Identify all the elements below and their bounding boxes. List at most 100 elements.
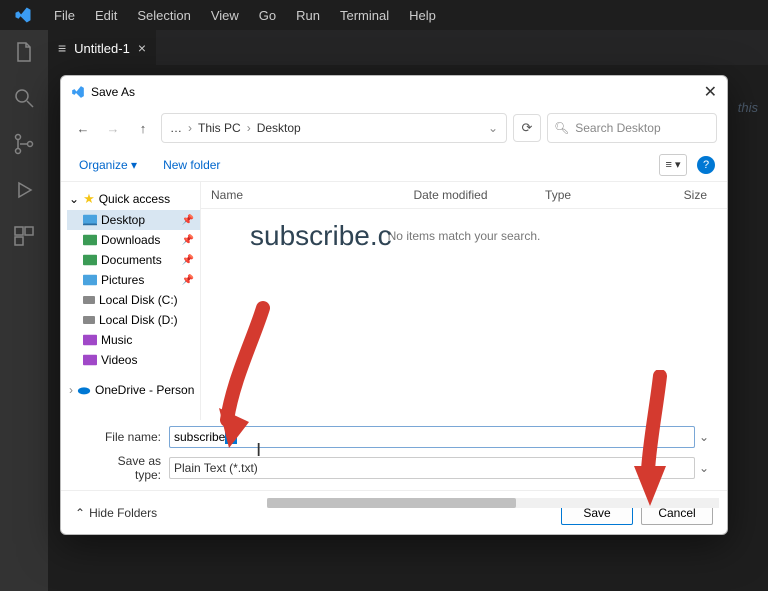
folder-tree: ⌄ ★ Quick access Desktop 📌 Downloads 📌 D…	[61, 182, 201, 420]
file-list-area: Name Date modified Type Size No items ma…	[201, 182, 727, 420]
disk-icon	[83, 314, 95, 326]
tab-bar: ≡ Untitled-1 ×	[48, 30, 768, 65]
menu-go[interactable]: Go	[251, 8, 284, 23]
tree-item-label: Videos	[101, 353, 137, 367]
tree-item-label: Desktop	[101, 213, 145, 227]
menu-terminal[interactable]: Terminal	[332, 8, 397, 23]
dialog-fields: File name: subscribe.c ⌄ Save as type: P…	[61, 420, 727, 490]
disk-icon	[83, 294, 95, 306]
nav-back-button[interactable]: ←	[71, 116, 95, 140]
chevron-right-icon: ›	[69, 383, 73, 397]
vscode-logo-icon	[14, 6, 32, 24]
tree-item-label: Downloads	[101, 233, 160, 247]
pin-icon: 📌	[182, 255, 198, 266]
tab-untitled[interactable]: ≡ Untitled-1 ×	[48, 30, 156, 65]
menu-selection[interactable]: Selection	[129, 8, 198, 23]
breadcrumb-desktop: Desktop	[257, 121, 301, 135]
breadcrumb-prefix: …	[170, 121, 182, 135]
tree-item-label: Music	[101, 333, 132, 347]
source-control-icon[interactable]	[12, 132, 36, 156]
col-size[interactable]: Size	[646, 188, 717, 202]
downloads-folder-icon	[83, 234, 97, 246]
tree-item-label: Local Disk (C:)	[99, 293, 178, 307]
search-magnify-icon: 🔍︎	[554, 121, 569, 135]
menu-view[interactable]: View	[203, 8, 247, 23]
nav-up-button[interactable]: ↑	[131, 116, 155, 140]
quick-access-root[interactable]: ⌄ ★ Quick access	[67, 188, 200, 210]
scroll-thumb[interactable]	[267, 498, 516, 508]
tree-disk-d[interactable]: Local Disk (D:)	[67, 310, 200, 330]
chevron-down-icon: ⌄	[69, 192, 79, 206]
tree-item-label: Local Disk (D:)	[99, 313, 178, 327]
menu-help[interactable]: Help	[401, 8, 444, 23]
chevron-up-icon: ⌃	[75, 506, 85, 520]
search-input[interactable]: 🔍︎ Search Desktop	[547, 113, 717, 143]
col-date[interactable]: Date modified	[413, 188, 545, 202]
filename-label: File name:	[89, 430, 169, 444]
search-icon[interactable]	[12, 86, 36, 110]
menu-file[interactable]: File	[46, 8, 83, 23]
breadcrumb-this-pc: This PC	[198, 121, 241, 135]
filename-input[interactable]: subscribe.c	[169, 426, 695, 448]
tree-disk-c[interactable]: Local Disk (C:)	[67, 290, 200, 310]
dialog-app-icon	[71, 85, 85, 99]
saveastype-select[interactable]: Plain Text (*.txt)	[169, 457, 695, 479]
tree-desktop[interactable]: Desktop 📌	[67, 210, 200, 230]
empty-message: No items match your search.	[201, 209, 727, 243]
tab-title: Untitled-1	[74, 41, 130, 56]
saveastype-label: Save as type:	[89, 454, 169, 482]
tree-item-label: Documents	[101, 253, 162, 267]
extensions-icon[interactable]	[12, 224, 36, 248]
dialog-close-button[interactable]: ✕	[704, 82, 717, 102]
organize-menu[interactable]: Organize ▾	[73, 154, 143, 176]
dialog-body: ⌄ ★ Quick access Desktop 📌 Downloads 📌 D…	[61, 182, 727, 420]
col-type[interactable]: Type	[545, 188, 646, 202]
music-folder-icon	[83, 334, 97, 346]
run-debug-icon[interactable]	[12, 178, 36, 202]
refresh-button[interactable]: ⟳	[513, 114, 541, 142]
pin-icon: 📌	[182, 275, 198, 286]
tree-music[interactable]: Music	[67, 330, 200, 350]
chevron-right-icon: ›	[188, 121, 192, 135]
filename-selection: .c	[225, 430, 236, 444]
nav-forward-button[interactable]: →	[101, 116, 125, 140]
dialog-titlebar: Save As ✕	[61, 76, 727, 108]
hide-folders-label: Hide Folders	[89, 506, 157, 520]
tab-menu-icon: ≡	[58, 40, 66, 56]
saveastype-dropdown-button[interactable]: ⌄	[695, 461, 713, 475]
activity-bar	[0, 30, 48, 591]
menu-run[interactable]: Run	[288, 8, 328, 23]
videos-folder-icon	[83, 354, 97, 366]
view-mode-button[interactable]: ≡ ▾	[659, 154, 687, 176]
vscode-menu-bar: File Edit Selection View Go Run Terminal…	[0, 0, 768, 30]
onedrive-icon	[77, 384, 91, 396]
chevron-right-icon: ›	[247, 121, 251, 135]
dialog-footer: ⌃ Hide Folders Save Cancel	[61, 490, 727, 534]
col-name[interactable]: Name	[211, 188, 413, 202]
filename-dropdown-button[interactable]: ⌄	[695, 430, 713, 444]
tree-documents[interactable]: Documents 📌	[67, 250, 200, 270]
filename-prefix: subscribe	[174, 430, 225, 444]
menu-edit[interactable]: Edit	[87, 8, 125, 23]
breadcrumb[interactable]: … › This PC › Desktop ⌄	[161, 113, 507, 143]
dialog-title: Save As	[91, 85, 135, 99]
tree-pictures[interactable]: Pictures 📌	[67, 270, 200, 290]
pin-icon: 📌	[182, 235, 198, 246]
tree-downloads[interactable]: Downloads 📌	[67, 230, 200, 250]
hide-folders-toggle[interactable]: ⌃ Hide Folders	[75, 506, 157, 520]
tab-close-icon[interactable]: ×	[138, 40, 146, 56]
pin-icon: 📌	[182, 215, 198, 226]
tree-videos[interactable]: Videos	[67, 350, 200, 370]
tree-item-label: OneDrive - Person	[95, 383, 194, 397]
search-placeholder: Search Desktop	[575, 121, 660, 135]
horizontal-scrollbar[interactable]	[267, 498, 719, 508]
documents-folder-icon	[83, 254, 97, 266]
explorer-icon[interactable]	[12, 40, 36, 64]
desktop-folder-icon	[83, 214, 97, 226]
dialog-nav: ← → ↑ … › This PC › Desktop ⌄ ⟳ 🔍︎ Searc…	[61, 108, 727, 148]
onedrive-root[interactable]: › OneDrive - Person	[67, 380, 200, 400]
new-folder-button[interactable]: New folder	[157, 154, 226, 176]
file-list-header: Name Date modified Type Size	[201, 182, 727, 209]
chevron-down-icon[interactable]: ⌄	[488, 121, 498, 135]
help-button[interactable]: ?	[697, 156, 715, 174]
